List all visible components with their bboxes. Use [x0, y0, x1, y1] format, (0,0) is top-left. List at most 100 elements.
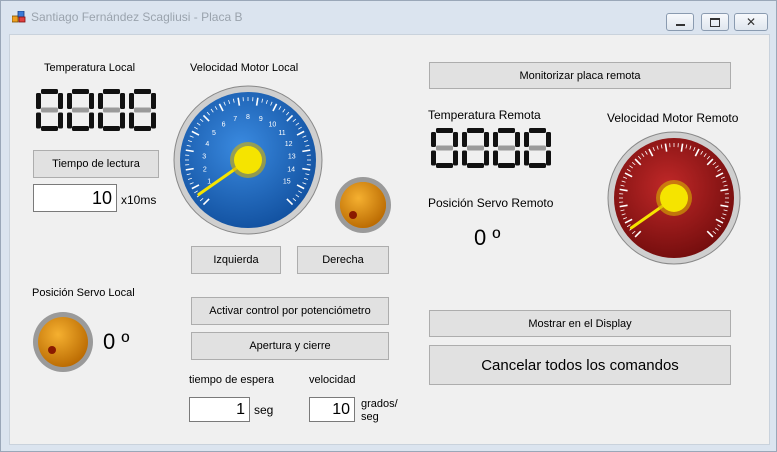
seg-digit [462, 128, 489, 168]
segment [529, 163, 546, 168]
gauge-hub [660, 184, 688, 212]
segment [134, 107, 151, 113]
close-icon: ✕ [745, 15, 757, 29]
segment [103, 107, 120, 113]
segment [103, 126, 120, 131]
speed-unit-line2: seg [361, 411, 379, 423]
local-motor-gauge: 1234567 8 9101112131415 [173, 85, 323, 235]
gauge-tick-label: 14 [287, 167, 295, 174]
segment [41, 126, 58, 131]
segment [498, 163, 515, 168]
pot-control-button[interactable]: Activar control por potenciómetro [191, 297, 389, 325]
segment [462, 150, 467, 166]
segment [484, 132, 489, 147]
local-temp-display [36, 89, 156, 131]
speed-unit-line1: grados/ [361, 398, 398, 410]
segment [98, 93, 103, 109]
minimize-button[interactable] [666, 13, 694, 31]
segment [467, 145, 484, 151]
segment [120, 112, 125, 129]
gauge-tick-label: 11 [278, 130, 285, 137]
window-title: Santiago Fernández Scagliusi - Placa B [31, 10, 243, 24]
seg-digit [431, 128, 458, 168]
segment [67, 112, 72, 129]
segment [36, 93, 41, 109]
segment [98, 112, 103, 129]
left-button[interactable]: Izquierda [191, 246, 281, 274]
remote-motor-label: Velocidad Motor Remoto [607, 111, 739, 125]
segment [493, 132, 498, 147]
gauge-hub [234, 146, 262, 174]
segment [67, 93, 72, 109]
show-display-button[interactable]: Mostrar en el Display [429, 310, 731, 337]
right-button[interactable]: Derecha [297, 246, 389, 274]
speed-label: velocidad [309, 374, 356, 386]
segment [431, 150, 436, 166]
segment [546, 150, 551, 166]
gauge-tick-label: 2 [203, 167, 207, 174]
gauge-tick-label: 8 [246, 114, 250, 121]
read-time-button[interactable]: Tiempo de lectura [33, 150, 159, 178]
segment [436, 128, 453, 133]
local-servo-knob[interactable] [31, 312, 95, 372]
gauge-tick-label: 15 [283, 179, 291, 186]
remote-motor-gauge [607, 131, 741, 265]
maximize-icon [710, 17, 720, 27]
wait-label: tiempo de espera [189, 374, 274, 386]
gauge-tick-label: 3 [202, 154, 206, 161]
close-button[interactable]: ✕ [734, 13, 768, 31]
seg-digit [98, 89, 125, 131]
segment [151, 112, 156, 129]
remote-temp-display [431, 128, 551, 168]
monitor-remote-button[interactable]: Monitorizar placa remota [429, 62, 731, 89]
remote-temp-label: Temperatura Remota [428, 108, 541, 122]
segment [484, 150, 489, 166]
segment [431, 132, 436, 147]
segment [89, 93, 94, 109]
maximize-button[interactable] [701, 13, 729, 31]
local-motor-label: Velocidad Motor Local [190, 62, 299, 74]
wait-unit: seg [254, 403, 274, 417]
segment [72, 126, 89, 131]
segment [462, 132, 467, 147]
seg-digit [524, 128, 551, 168]
local-servo-label: Posición Servo Local [32, 287, 135, 299]
segment [58, 112, 63, 129]
local-servo-value: 0 º [103, 329, 130, 354]
gauge-tick-label: 9 [259, 116, 263, 123]
local-motor-knob[interactable] [334, 176, 392, 234]
seg-digit [129, 89, 156, 131]
seg-digit [36, 89, 63, 131]
main-window: Santiago Fernández Scagliusi - Placa B ✕… [0, 0, 777, 452]
segment [72, 107, 89, 113]
seg-digit [493, 128, 520, 168]
segment [436, 163, 453, 168]
segment [134, 89, 151, 94]
gauge-tick-label: 6 [222, 121, 226, 128]
segment [453, 150, 458, 166]
segment [529, 128, 546, 133]
segment [493, 150, 498, 166]
cancel-all-button[interactable]: Cancelar todos los comandos [429, 345, 731, 385]
segment [41, 89, 58, 94]
segment [120, 93, 125, 109]
segment [453, 132, 458, 147]
segment [134, 126, 151, 131]
open-close-button[interactable]: Apertura y cierre [191, 332, 389, 360]
segment [498, 145, 515, 151]
minimize-icon [675, 24, 685, 26]
segment [524, 132, 529, 147]
gauge-tick-label: 5 [212, 130, 216, 137]
segment [72, 89, 89, 94]
segment [515, 150, 520, 166]
read-time-input[interactable]: 10 [33, 184, 117, 212]
speed-input[interactable]: 10 [309, 397, 355, 422]
segment [467, 128, 484, 133]
read-time-unit: x10ms [121, 193, 157, 207]
segment [546, 132, 551, 147]
segment [515, 132, 520, 147]
gauge-tick-label: 12 [285, 141, 293, 148]
remote-servo-label: Posición Servo Remoto [428, 196, 554, 210]
wait-input[interactable]: 1 [189, 397, 250, 422]
segment [36, 112, 41, 129]
